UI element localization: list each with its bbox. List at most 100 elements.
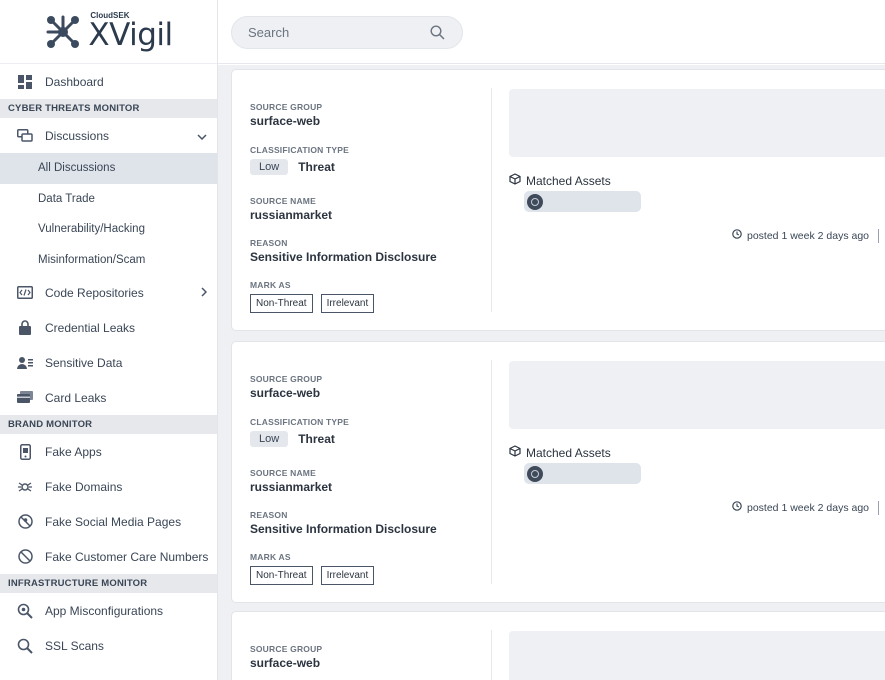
discussion-card[interactable]: SOURCE GROUP surface-web CLASSIFICATION … bbox=[231, 341, 885, 603]
mark-non-threat-button[interactable]: Non-Threat bbox=[250, 294, 313, 313]
sidebar-item-fake-customer-care[interactable]: Fake Customer Care Numbers bbox=[0, 539, 217, 574]
reason-label: REASON bbox=[250, 510, 288, 520]
cube-icon bbox=[509, 445, 521, 460]
severity-badge: Low bbox=[250, 431, 289, 447]
matched-assets-label: Matched Assets bbox=[526, 173, 611, 188]
sidebar-item-label: Card Leaks bbox=[45, 390, 107, 405]
content-preview-placeholder bbox=[509, 89, 885, 157]
chevron-down-icon[interactable] bbox=[197, 129, 207, 143]
source-name-label: SOURCE NAME bbox=[250, 196, 316, 206]
blocked-phone-icon bbox=[16, 548, 34, 566]
cube-icon bbox=[509, 173, 521, 188]
discussion-icon bbox=[16, 127, 34, 145]
search-icon[interactable] bbox=[430, 24, 446, 41]
content-preview-placeholder bbox=[509, 631, 885, 680]
reason-value: Sensitive Information Disclosure bbox=[250, 250, 437, 264]
brand-name: XVigil bbox=[88, 17, 173, 53]
card-divider bbox=[491, 630, 492, 680]
reason-label: REASON bbox=[250, 238, 288, 248]
main-content: SOURCE GROUP surface-web CLASSIFICATION … bbox=[218, 65, 885, 680]
sidebar-item-fake-social-media[interactable]: Fake Social Media Pages bbox=[0, 504, 217, 539]
sidebar-item-label: Fake Apps bbox=[45, 444, 102, 459]
content-preview-placeholder bbox=[509, 361, 885, 429]
credit-card-icon bbox=[16, 389, 34, 407]
sidebar-item-fake-apps[interactable]: Fake Apps bbox=[0, 434, 217, 469]
mark-irrelevant-button[interactable]: Irrelevant bbox=[320, 566, 375, 585]
source-group-value: surface-web bbox=[250, 656, 321, 670]
top-bar bbox=[218, 0, 885, 64]
search-input[interactable] bbox=[248, 25, 430, 40]
magnifier-icon bbox=[16, 637, 34, 655]
card-divider bbox=[491, 360, 492, 584]
source-group-label: SOURCE GROUP bbox=[250, 374, 323, 384]
sidebar-item-label: Sensitive Data bbox=[45, 355, 123, 370]
matched-assets-label: Matched Assets bbox=[526, 445, 611, 460]
chevron-right-icon[interactable] bbox=[201, 286, 208, 300]
sidebar: CloudSEK XVigil Dashboard CYBER THREATS … bbox=[0, 0, 218, 680]
mark-irrelevant-button[interactable]: Irrelevant bbox=[320, 294, 375, 313]
asset-icon bbox=[527, 465, 543, 482]
mark-as-label: MARK AS bbox=[250, 552, 291, 562]
sidebar-item-app-misconfigurations[interactable]: App Misconfigurations bbox=[0, 593, 217, 628]
posted-text: posted 1 week 2 days ago bbox=[747, 229, 870, 242]
source-name-label: SOURCE NAME bbox=[250, 468, 316, 478]
section-header-brand-monitor: BRAND MONITOR bbox=[0, 415, 217, 434]
separator bbox=[878, 229, 879, 243]
sidebar-item-fake-domains[interactable]: Fake Domains bbox=[0, 469, 217, 504]
phone-icon bbox=[16, 443, 34, 461]
sidebar-subitem-misinformation-scam[interactable]: Misinformation/Scam bbox=[0, 245, 217, 276]
sidebar-item-sensitive-data[interactable]: Sensitive Data bbox=[0, 345, 217, 380]
sidebar-item-label: Credential Leaks bbox=[45, 320, 136, 335]
source-group-value: surface-web bbox=[250, 386, 321, 400]
section-header-cyber-threats: CYBER THREATS MONITOR bbox=[0, 99, 217, 118]
clock-icon bbox=[732, 229, 742, 242]
matched-asset-chip[interactable] bbox=[524, 463, 641, 484]
source-group-value: surface-web bbox=[250, 114, 321, 128]
sidebar-subitem-data-trade[interactable]: Data Trade bbox=[0, 184, 217, 215]
cloudsek-logo-icon bbox=[44, 13, 82, 51]
code-icon bbox=[16, 284, 34, 302]
asset-icon bbox=[527, 193, 543, 210]
source-name-value: russianmarket bbox=[250, 480, 333, 494]
posted-time: posted 1 week 2 days ago bbox=[732, 501, 879, 515]
blocked-social-icon bbox=[16, 513, 34, 531]
source-group-label: SOURCE GROUP bbox=[250, 102, 323, 112]
posted-text: posted 1 week 2 days ago bbox=[747, 501, 870, 514]
sidebar-item-label: Fake Social Media Pages bbox=[45, 514, 182, 529]
matched-assets-header: Matched Assets bbox=[509, 445, 611, 460]
sidebar-item-credential-leaks[interactable]: Credential Leaks bbox=[0, 310, 217, 345]
sidebar-item-label: Fake Customer Care Numbers bbox=[45, 549, 209, 564]
sidebar-item-label: Discussions bbox=[45, 128, 110, 143]
posted-time: posted 1 week 2 days ago bbox=[732, 229, 879, 243]
sidebar-item-label: App Misconfigurations bbox=[45, 603, 164, 618]
domain-icon bbox=[16, 478, 34, 496]
card-divider bbox=[491, 88, 492, 312]
mark-as-label: MARK AS bbox=[250, 280, 291, 290]
classification-value: Threat bbox=[298, 160, 335, 174]
matched-asset-chip[interactable] bbox=[524, 191, 641, 212]
clock-icon bbox=[732, 501, 742, 514]
sidebar-subitem-vulnerability-hacking[interactable]: Vulnerability/Hacking bbox=[0, 214, 217, 245]
classification-type-label: CLASSIFICATION TYPE bbox=[250, 417, 350, 427]
sidebar-item-label: Dashboard bbox=[45, 74, 104, 89]
discussion-card[interactable]: SOURCE GROUP surface-web CLASSIFICATION … bbox=[231, 69, 885, 331]
sidebar-item-label: Code Repositories bbox=[45, 285, 144, 300]
sidebar-subitem-all-discussions[interactable]: All Discussions bbox=[0, 153, 217, 184]
search-box[interactable] bbox=[231, 16, 463, 49]
sidebar-item-label: SSL Scans bbox=[45, 638, 104, 653]
source-group-label: SOURCE GROUP bbox=[250, 644, 323, 654]
magnifier-gear-icon bbox=[16, 602, 34, 620]
section-header-infrastructure-monitor: INFRASTRUCTURE MONITOR bbox=[0, 574, 217, 593]
mark-non-threat-button[interactable]: Non-Threat bbox=[250, 566, 313, 585]
brand-logo[interactable]: CloudSEK XVigil bbox=[0, 0, 217, 64]
sidebar-item-card-leaks[interactable]: Card Leaks bbox=[0, 380, 217, 415]
lock-icon bbox=[16, 319, 34, 337]
sidebar-item-code-repositories[interactable]: Code Repositories bbox=[0, 275, 217, 310]
user-id-icon bbox=[16, 354, 34, 372]
classification-value: Threat bbox=[298, 432, 335, 446]
sidebar-item-dashboard[interactable]: Dashboard bbox=[0, 64, 217, 99]
sidebar-item-discussions[interactable]: Discussions bbox=[0, 118, 217, 153]
sidebar-item-ssl-scans[interactable]: SSL Scans bbox=[0, 628, 217, 663]
discussion-card[interactable]: SOURCE GROUP surface-web bbox=[231, 611, 885, 680]
separator bbox=[878, 501, 879, 515]
